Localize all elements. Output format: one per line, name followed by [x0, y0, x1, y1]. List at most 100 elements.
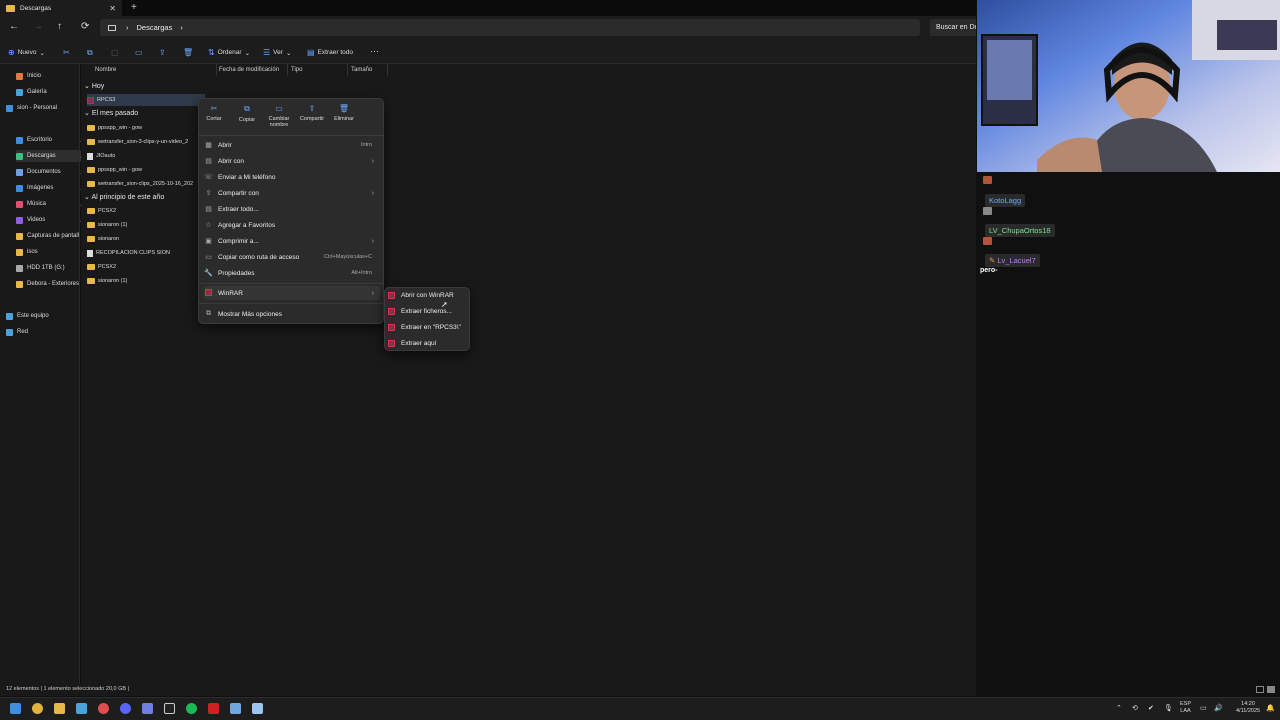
paste-button[interactable]: ▢	[111, 48, 119, 57]
chrome-icon[interactable]	[32, 703, 43, 714]
column-date[interactable]: Fecha de modificación	[219, 67, 279, 73]
submenu-item-4[interactable]: Extraer aquí	[388, 336, 468, 350]
notification-icon[interactable]: 🔔	[1266, 704, 1275, 712]
table-row[interactable]: sionaron	[87, 233, 205, 245]
menu-item-8[interactable]: ▭ Copiar como ruta de acceso Ctrl+Mayúscul…	[204, 250, 380, 264]
sidebar-item-9[interactable]: Videos📌	[16, 214, 86, 226]
submenu-item-2[interactable]: Extraer ficheros...	[388, 304, 468, 318]
address-bar[interactable]: › Descargas ›	[100, 19, 920, 36]
column-size[interactable]: Tamaño	[351, 67, 372, 73]
clock[interactable]: 14:20 4/11/2025	[1236, 701, 1260, 715]
table-row[interactable]: JIOauto	[87, 150, 205, 162]
sidebar-item-10[interactable]: Capturas de pantall	[16, 230, 86, 242]
delete-button[interactable]: 🗑	[183, 48, 193, 57]
submenu-item-1[interactable]: Abrir con WinRAR	[388, 288, 468, 302]
search-input[interactable]: Buscar en De	[930, 19, 976, 36]
group-early-year[interactable]: ⌄ Al principio de este año	[84, 193, 164, 201]
menu-item-more-options[interactable]: ⧉ Mostrar Más opciones	[204, 307, 380, 321]
delete-label: Eliminar	[334, 116, 354, 122]
up-button[interactable]: ↑	[57, 21, 62, 32]
new-tab-button[interactable]: +	[131, 2, 137, 13]
breadcrumb-descargas[interactable]: Descargas	[137, 23, 173, 32]
menu-item-2[interactable]: ▤ Abrir con ›	[204, 154, 380, 168]
tray-app-icon[interactable]: ⟲	[1132, 704, 1138, 712]
group-today[interactable]: ⌄ Hoy	[84, 82, 104, 90]
table-row[interactable]: sionaron (1)	[87, 219, 205, 231]
new-button[interactable]: ⊕ Nuevo ⌄	[8, 48, 45, 57]
table-row[interactable]: RECOPILACION CLIPS SION	[87, 247, 205, 259]
cut-menu-button[interactable]: ✂ Cortar	[198, 104, 230, 122]
sidebar-item-7[interactable]: Imágenes📌	[16, 182, 86, 194]
table-row[interactable]: ppsspp_win - gow	[87, 164, 205, 176]
menu-item-winrar[interactable]: WinRAR ›	[204, 286, 380, 300]
table-row[interactable]: wetransfer_sion-clips_2025-10-16_202	[87, 178, 205, 190]
view-button[interactable]: ☰ Ver ⌄	[263, 48, 291, 57]
network-icon[interactable]: ▭	[1200, 704, 1207, 712]
details-view-icon[interactable]	[1256, 686, 1264, 693]
sidebar-item-8[interactable]: Música📌	[16, 198, 86, 210]
sidebar-item-14[interactable]: Este equipo	[6, 310, 76, 322]
sidebar-item-12[interactable]: HDD 1TB (G:)	[16, 262, 86, 274]
menu-item-7[interactable]: ▣ Comprimir a... ›	[204, 234, 380, 248]
table-row[interactable]: RPCS3	[87, 94, 205, 106]
menu-item-4[interactable]: ⇪ Compartir con ›	[204, 186, 380, 200]
menu-item-9[interactable]: 🔧 Propiedades Alt+Intro	[204, 266, 380, 280]
sidebar-item-1[interactable]: Inicio	[16, 70, 86, 82]
steam-icon[interactable]	[76, 703, 87, 714]
table-row[interactable]: sionaron (1)	[87, 275, 205, 287]
start-icon[interactable]	[10, 703, 21, 714]
sidebar-item-4[interactable]: Escritorio📌	[16, 134, 86, 146]
app-icon[interactable]	[230, 703, 241, 714]
app-icon[interactable]	[142, 703, 153, 714]
refresh-button[interactable]: ⟳	[81, 21, 89, 32]
menu-item-5[interactable]: ▤ Extraer todo...	[204, 202, 380, 216]
sidebar-item-13[interactable]: Debora - Exteriores	[16, 278, 86, 290]
microphone-icon[interactable]: 🎙	[1164, 704, 1173, 712]
discord-icon[interactable]	[120, 703, 131, 714]
back-button[interactable]: ←	[9, 21, 19, 32]
sidebar-item-11[interactable]: isos	[16, 246, 86, 258]
menu-item-3[interactable]: ☏ Enviar a Mi teléfono	[204, 170, 380, 184]
browser-icon[interactable]	[98, 703, 109, 714]
sidebar-item-15[interactable]: Red	[6, 326, 76, 338]
submenu-item-3[interactable]: Extraer en "RPCS3\"	[388, 320, 468, 334]
group-last-month[interactable]: ⌄ El mes pasado	[84, 109, 138, 117]
sidebar-item-3[interactable]: sion - Personal	[6, 102, 76, 114]
rename-button[interactable]: ▭	[135, 48, 143, 57]
copy-menu-button[interactable]: ⧉ Copiar	[231, 104, 263, 123]
winrar-taskbar-icon[interactable]	[208, 703, 219, 714]
tray-chevron-icon[interactable]: ⌃	[1116, 704, 1122, 712]
badge-icon	[983, 176, 992, 186]
share-button[interactable]: ⇪	[159, 48, 166, 57]
sidebar-item-6[interactable]: Documentos📌	[16, 166, 86, 178]
terminal-icon[interactable]	[164, 703, 175, 714]
menu-item-1[interactable]: ▦ Abrir Intro	[204, 138, 380, 152]
table-row[interactable]: PCSX2	[87, 205, 205, 217]
tray-app-icon[interactable]: ✔	[1148, 704, 1154, 712]
tiles-view-icon[interactable]	[1267, 686, 1275, 693]
table-row[interactable]: PCSX2	[87, 261, 205, 273]
table-row[interactable]: ppsspp_win - gow	[87, 122, 205, 134]
volume-icon[interactable]: 🔊	[1214, 704, 1223, 712]
delete-menu-button[interactable]: 🗑 Eliminar	[328, 104, 360, 122]
sidebar-item-2[interactable]: Galería	[16, 86, 86, 98]
forward-button[interactable]: →	[33, 21, 43, 32]
app-icon[interactable]	[252, 703, 263, 714]
extract-all-button[interactable]: ▤ Extraer todo	[307, 48, 353, 57]
column-type[interactable]: Tipo	[291, 67, 302, 73]
cut-button[interactable]: ✂	[63, 48, 70, 57]
menu-item-6[interactable]: ☆ Agregar a Favoritos	[204, 218, 380, 232]
column-name[interactable]: Nombre	[95, 67, 116, 73]
sidebar-item-5[interactable]: Descargas📌	[16, 150, 86, 162]
copy-button[interactable]: ⧉	[87, 48, 93, 58]
tab-descargas[interactable]: Descargas ✕	[0, 0, 122, 16]
more-button[interactable]: ···	[370, 46, 379, 56]
rename-menu-button[interactable]: ▭ Cambiar nombre	[263, 104, 295, 128]
close-tab-icon[interactable]: ✕	[109, 4, 116, 13]
sort-button[interactable]: ⇅ Ordenar ⌄	[208, 48, 250, 57]
table-row[interactable]: wetransfer_sion-3-clips-y-un-video_2	[87, 136, 205, 148]
file-explorer-icon[interactable]	[54, 703, 65, 714]
language-indicator[interactable]: ESP LAA	[1180, 701, 1191, 715]
share-menu-button[interactable]: ⇪ Compartir	[296, 104, 328, 122]
spotify-icon[interactable]	[186, 703, 197, 714]
